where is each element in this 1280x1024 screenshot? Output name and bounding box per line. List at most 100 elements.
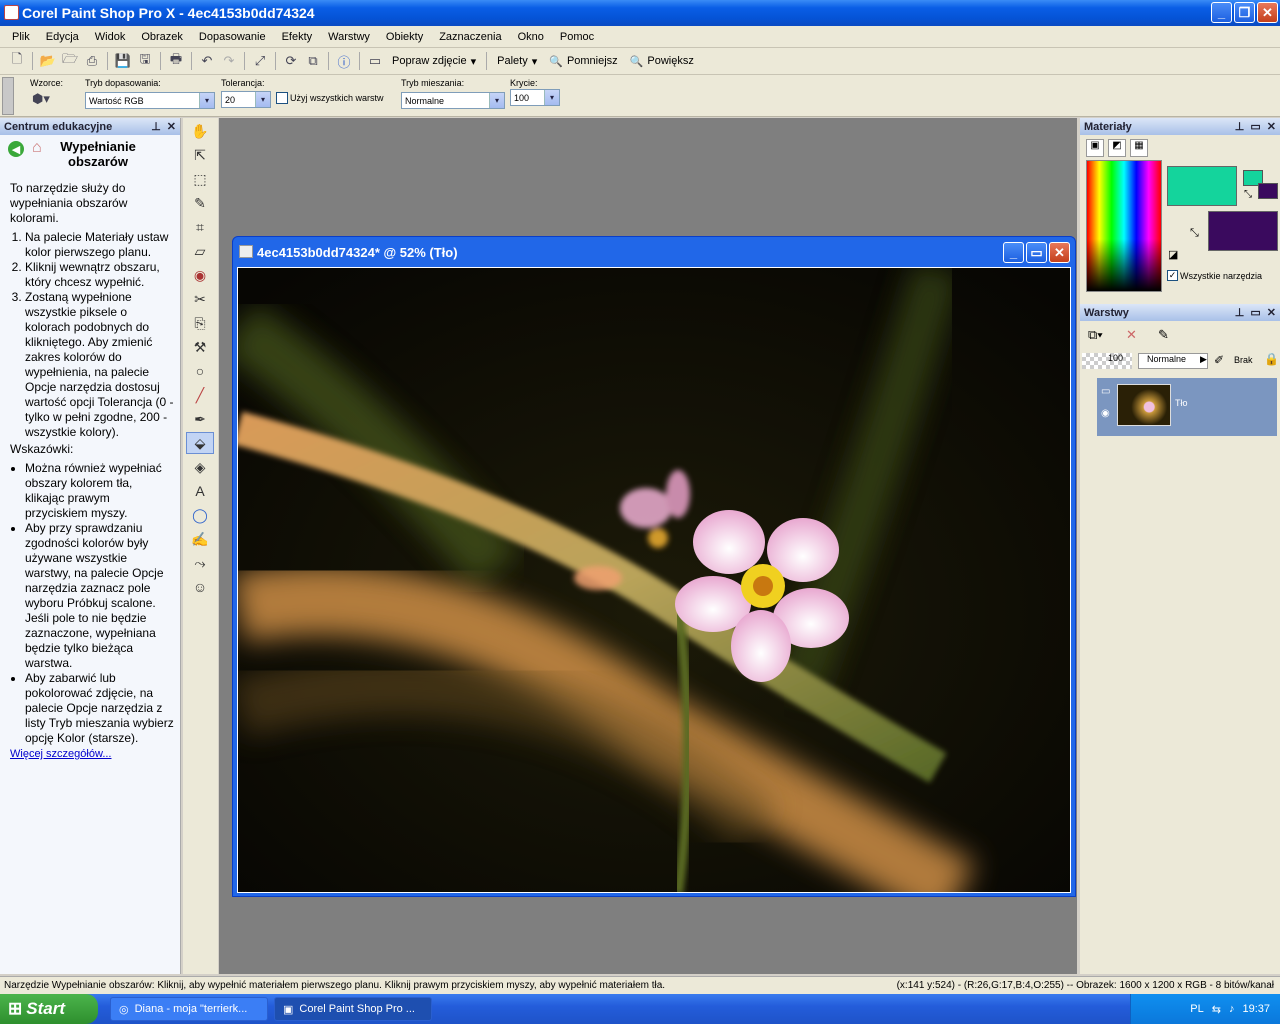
info-icon[interactable]: ⓘ <box>333 50 355 72</box>
print-icon[interactable]: 🖶 <box>165 50 187 72</box>
pin-icon[interactable]: ⊥ <box>151 120 161 133</box>
pin-icon[interactable]: ⊥ <box>1235 120 1245 133</box>
menu-edycja[interactable]: Edycja <box>38 31 87 43</box>
swatches-tab-icon[interactable]: ▦ <box>1130 139 1148 157</box>
home-icon[interactable]: ⌂ <box>32 139 42 157</box>
menu-zaznaczenia[interactable]: Zaznaczenia <box>431 31 509 43</box>
scratch-remover-icon[interactable]: ⚒ <box>186 336 214 358</box>
doc-minimize-button[interactable]: _ <box>1003 242 1024 263</box>
swap-materials-icon[interactable]: ⤡ <box>1190 227 1199 240</box>
options-grip[interactable] <box>2 77 14 115</box>
resize-icon[interactable]: ⤢ <box>249 50 271 72</box>
close-icon[interactable]: ✕ <box>1267 306 1276 319</box>
doc-maximize-button[interactable]: ▭ <box>1026 242 1047 263</box>
browse-icon[interactable]: 🗁 <box>59 50 81 72</box>
art-media-icon[interactable]: ☺ <box>186 576 214 598</box>
eraser-icon[interactable]: ◈ <box>186 456 214 478</box>
palety-button[interactable]: Palety ▾ <box>491 55 543 68</box>
volume-icon[interactable]: ♪ <box>1229 1003 1235 1015</box>
red-eye-tool-icon[interactable]: ◉ <box>186 264 214 286</box>
back-icon[interactable]: ◀ <box>8 141 24 157</box>
frame-tab-icon[interactable]: ▣ <box>1086 139 1104 157</box>
pick-tool-icon[interactable]: ⇱ <box>186 144 214 166</box>
layer-visibility-icon[interactable]: ▭ <box>1101 386 1110 397</box>
minimize-icon[interactable]: ▭ <box>1250 120 1260 133</box>
pan-tool-icon[interactable]: ✋ <box>186 120 214 142</box>
menu-okno[interactable]: Okno <box>510 31 552 43</box>
popraw-zdjecie-button[interactable]: Popraw zdjęcie ▾ <box>386 55 482 68</box>
paint-brush-icon[interactable]: ╱ <box>186 384 214 406</box>
match-mode-select[interactable]: Wartość RGB ▾ <box>85 92 215 109</box>
blend-arrow-icon[interactable]: ▶ <box>1200 354 1207 365</box>
open-folder-icon[interactable]: 📂 <box>37 50 59 72</box>
opacity-spinner[interactable]: 100 ▾ <box>510 89 560 106</box>
menu-obrazek[interactable]: Obrazek <box>133 31 191 43</box>
layer-opacity-field[interactable]: 100 <box>1082 353 1132 369</box>
delete-layer-icon[interactable]: ✕ <box>1126 327 1137 343</box>
pomniejsz-button[interactable]: 🔍 Pomniejsz <box>543 55 623 68</box>
clone-tool-icon[interactable]: ⎘ <box>186 312 214 334</box>
layer-blend-select[interactable]: Normalne <box>1138 353 1208 369</box>
shape-tool-icon[interactable]: ◯ <box>186 504 214 526</box>
close-button[interactable]: ✕ <box>1257 2 1278 23</box>
save-as-icon[interactable]: 🖫 <box>134 50 156 72</box>
airbrush-icon[interactable]: ✒ <box>186 408 214 430</box>
presets-dropdown[interactable]: ⬢▾ <box>32 91 62 111</box>
menu-pomoc[interactable]: Pomoc <box>552 31 602 43</box>
app-icon[interactable] <box>4 5 19 20</box>
clock[interactable]: 19:37 <box>1242 1003 1270 1015</box>
doc-close-button[interactable]: ✕ <box>1049 242 1070 263</box>
more-details-link[interactable]: Więcej szczegółów... <box>10 748 111 760</box>
taskbar-item-browser[interactable]: ◎ Diana - moja "terrierk... <box>110 997 268 1021</box>
blend-mode-select[interactable]: Normalne ▾ <box>401 92 505 109</box>
minimize-button[interactable]: _ <box>1211 2 1232 23</box>
text-tool-icon[interactable]: A <box>186 480 214 502</box>
menu-widok[interactable]: Widok <box>87 31 134 43</box>
save-icon[interactable]: 💾 <box>112 50 134 72</box>
dropper-tool-icon[interactable]: ✎ <box>186 192 214 214</box>
rainbow-tab-icon[interactable]: ◩ <box>1108 139 1126 157</box>
history-icon[interactable]: ⧉ <box>302 50 324 72</box>
all-layers-checkbox[interactable] <box>276 92 288 104</box>
undo-icon[interactable]: ↶ <box>196 50 218 72</box>
new-file-icon[interactable]: 🗋 <box>6 50 28 72</box>
scan-icon[interactable]: ⎙ <box>81 50 103 72</box>
eye-icon[interactable]: ◉ <box>1101 408 1110 419</box>
tolerance-spinner[interactable]: 20 ▾ <box>221 91 271 108</box>
all-tools-checkbox[interactable]: ✓ <box>1167 270 1178 281</box>
taskbar-item-paintshop[interactable]: ▣ Corel Paint Shop Pro ... <box>274 997 432 1021</box>
dodge-tool-icon[interactable]: ○ <box>186 360 214 382</box>
network-icon[interactable]: ⇆ <box>1212 1003 1221 1016</box>
selection-tool-icon[interactable]: ⬚ <box>186 168 214 190</box>
straighten-tool-icon[interactable]: ▱ <box>186 240 214 262</box>
foreground-swatch[interactable] <box>1167 166 1237 206</box>
new-layer-icon[interactable]: ⧉▾ <box>1088 327 1103 343</box>
pen-tool-icon[interactable]: ✍ <box>186 528 214 550</box>
menu-dopasowanie[interactable]: Dopasowanie <box>191 31 274 43</box>
flood-fill-icon[interactable]: ⬙ <box>186 432 214 454</box>
crop-tool-icon[interactable]: ⌗ <box>186 216 214 238</box>
swap-colors-icon[interactable]: ⤡ <box>1244 189 1252 200</box>
background-swatch[interactable] <box>1208 211 1278 251</box>
photo-icon[interactable]: ▭ <box>364 50 386 72</box>
minimize-icon[interactable]: ▭ <box>1250 306 1260 319</box>
menu-plik[interactable]: Plik <box>4 31 38 43</box>
image-canvas[interactable] <box>237 267 1071 893</box>
lock-icon[interactable]: 🔒 <box>1264 352 1279 366</box>
warp-brush-icon[interactable]: ⤳ <box>186 552 214 574</box>
close-icon[interactable]: ✕ <box>1267 120 1276 133</box>
layer-row[interactable]: ▭ ◉ Tło <box>1097 378 1277 436</box>
restore-button[interactable]: ❐ <box>1234 2 1255 23</box>
start-button[interactable]: ⊞ Start <box>0 994 98 1024</box>
pin-icon[interactable]: ⊥ <box>1235 306 1245 319</box>
color-spectrum[interactable] <box>1086 160 1162 292</box>
refresh-icon[interactable]: ⟳ <box>280 50 302 72</box>
transparent-toggle-icon[interactable]: ◪ <box>1168 248 1178 261</box>
powieksz-button[interactable]: 🔍 Powiększ <box>624 55 700 68</box>
document-title-bar[interactable]: 4ec4153b0dd74324* @ 52% (Tło) <box>233 237 1075 267</box>
bg-small-swatch[interactable] <box>1258 183 1278 199</box>
menu-efekty[interactable]: Efekty <box>274 31 321 43</box>
close-icon[interactable]: ✕ <box>167 120 176 133</box>
menu-obiekty[interactable]: Obiekty <box>378 31 431 43</box>
language-indicator[interactable]: PL <box>1190 1003 1203 1015</box>
